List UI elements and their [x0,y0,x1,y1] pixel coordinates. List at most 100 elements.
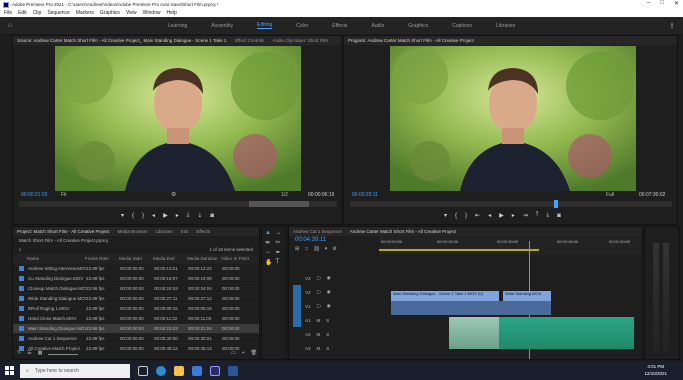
windows-start-icon[interactable] [5,366,14,375]
workspace-libraries[interactable]: Libraries [496,23,515,29]
snap-icon[interactable]: ⊃ [304,246,308,252]
workspace-color[interactable]: Color [296,23,308,29]
step-back-icon[interactable]: ◂ [488,212,491,219]
clip-v1[interactable]: Main Standing Dialogue - Scene 1 Take 1.… [391,291,499,301]
go-to-out-icon[interactable]: ⇥ [523,212,528,219]
tab-effects[interactable]: Effects [196,229,210,234]
lock-icon[interactable]: ▢ [317,289,321,295]
workspace-audio[interactable]: Audio [371,23,384,29]
step-forward-icon[interactable]: ▸ [176,212,179,219]
search-icon[interactable]: ⌕ [19,247,22,252]
tab-sequence-2[interactable]: Andrew Carter Match Short Film - All Cre… [350,229,456,234]
settings-wrench-icon[interactable]: ⚙ [332,246,336,252]
program-scrubber[interactable] [350,200,672,208]
add-marker-icon[interactable]: ▾ [325,246,328,252]
mark-out-icon[interactable]: } [142,213,144,219]
maximize-button[interactable]: □ [660,0,664,7]
word-icon[interactable] [228,365,238,376]
list-item[interactable]: Andrew Sitting Interview.MOV 23.98 fps 00:… [13,264,259,274]
track-label[interactable]: V2 [305,290,311,295]
workspace-assembly[interactable]: Assembly [211,23,233,29]
workspace-learning[interactable]: Learning [168,23,187,29]
mute-icon[interactable]: M [317,332,321,337]
camera-icon[interactable]: ◙ [557,213,561,219]
source-resolution[interactable]: 1/2 [281,192,288,198]
lock-icon[interactable]: ▢ [317,275,321,281]
lift-icon[interactable]: ⤒ [536,212,539,219]
list-item[interactable]: Main Standing Dialogue.MOV 23.98 fps 00:00… [13,324,259,334]
wrench-icon[interactable]: ⚙ [171,191,176,198]
hand-tool-icon[interactable]: ✋ [265,259,273,266]
razor-tool-icon[interactable]: ✂ [276,239,284,246]
ripple-edit-icon[interactable]: ⇹ [265,239,273,246]
tab-sequence-1[interactable]: Andrew Cut 1 Sequence [293,229,342,234]
workspace-editing[interactable]: Editing [256,22,273,29]
workspace-captions[interactable]: Captions [452,23,472,29]
eye-icon[interactable]: ◉ [327,289,331,295]
step-back-icon[interactable]: ◂ [152,212,155,219]
insert-icon[interactable]: ⤓ [187,212,190,219]
minimize-button[interactable]: – [647,0,650,7]
trash-icon[interactable]: 🗑 [251,350,257,356]
selection-tool-icon[interactable]: ▲ [265,230,273,236]
list-item[interactable]: Wide Standing Dialogue.MOV 23.98 fps 00:00… [13,294,259,304]
source-video-frame[interactable] [55,46,301,191]
tab-info[interactable]: Info [181,229,189,234]
clip-a1[interactable] [391,301,551,315]
list-item[interactable]: BRoll Raging 1.MOV 23.98 fps 00:00:00:00 00… [13,304,259,314]
menu-clip[interactable]: Clip [33,10,42,16]
tab-source[interactable]: Source: Andrew Carter Match Short Film -… [17,38,227,43]
type-tool-icon[interactable]: T [276,259,284,266]
track-label[interactable]: V3 [305,276,311,281]
pencil-icon[interactable]: ✎ [17,350,21,356]
track-label[interactable]: A2 [305,332,311,337]
eye-icon[interactable]: ◉ [327,303,331,309]
icon-view-icon[interactable]: ▦ [38,350,43,356]
share-icon[interactable]: ⇪ [669,22,675,30]
new-item-icon[interactable]: + [242,350,245,356]
workspace-graphics[interactable]: Graphics [408,23,428,29]
tab-libraries[interactable]: Libraries [156,229,173,234]
menu-view[interactable]: View [126,10,137,16]
step-forward-icon[interactable]: ▸ [512,212,515,219]
menu-sequence[interactable]: Sequence [47,10,70,16]
close-button[interactable]: ✕ [674,0,679,7]
overwrite-icon[interactable]: ⇣ [197,212,202,219]
program-fit-select[interactable]: Full [606,192,614,198]
home-icon[interactable]: ⌂ [8,22,12,29]
workspace-effects[interactable]: Effects [332,23,347,29]
menu-markers[interactable]: Markers [76,10,94,16]
solo-icon[interactable]: S [326,332,329,337]
eye-icon[interactable]: ◉ [327,275,331,281]
header-media-end[interactable]: Media End [153,256,187,261]
program-video-frame[interactable] [390,46,636,191]
zoom-slider[interactable] [48,352,225,355]
track-label[interactable]: V1 [305,304,311,309]
list-item[interactable]: Hand Close Match.MOV 23.98 fps 00:00:00:00… [13,314,259,324]
file-explorer-icon[interactable] [174,365,184,376]
menu-edit[interactable]: Edit [18,10,27,16]
solo-icon[interactable]: S [326,318,329,323]
track-select-icon[interactable]: → [276,230,284,236]
mark-in-icon[interactable]: { [132,213,134,219]
tab-media-browser[interactable]: Media Browser [118,229,148,234]
clock[interactable]: 4:01 PM 12/10/2021 [644,363,667,377]
pen-tool-icon[interactable]: ✒ [276,249,284,256]
list-item[interactable]: Closeup Match Dialogue.MOV 23.98 fps 00:00… [13,284,259,294]
edge-icon[interactable] [156,365,166,376]
source-scrubber[interactable] [19,201,337,207]
mute-icon[interactable]: M [317,346,321,351]
play-icon[interactable]: ▶ [499,212,504,219]
timeline-ruler[interactable]: 00:00:00:00 00:00:15:00 00:00:30:00 00:0… [379,237,641,255]
header-video-in[interactable]: Video In Point [221,256,251,261]
timeline-timecode[interactable]: 00:04:39:11 [295,237,326,243]
mute-icon[interactable]: M [317,318,321,323]
source-fit-select[interactable]: Fit [61,192,67,198]
tab-program[interactable]: Program: Andrew Carter Match Short Film … [348,38,474,43]
premiere-icon[interactable] [210,365,220,376]
tab-project[interactable]: Project: Match Short Film - All Creative… [17,229,110,234]
lock-icon[interactable]: ▢ [317,303,321,309]
new-bin-icon[interactable]: ▭ [231,350,236,356]
photos-icon[interactable] [192,365,202,376]
header-media-start[interactable]: Media Start [119,256,153,261]
